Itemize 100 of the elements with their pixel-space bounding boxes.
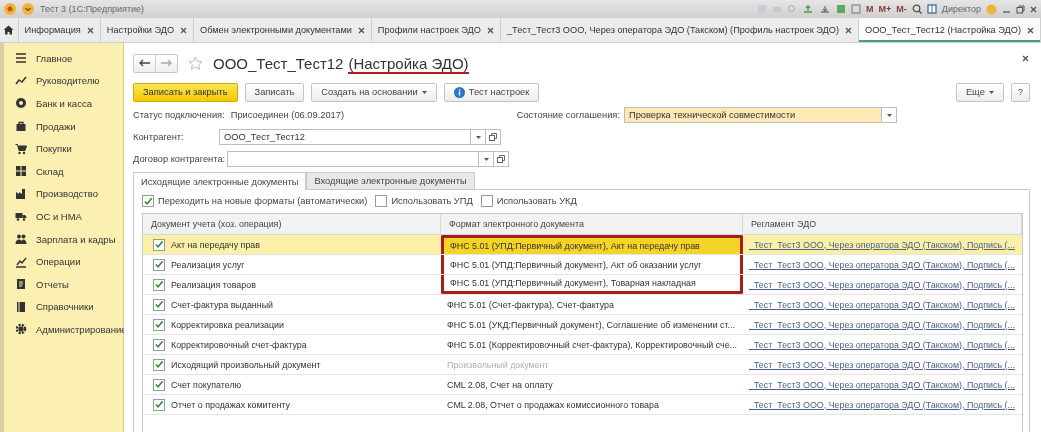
sidebar-item[interactable]: Администрирование (36, 323, 127, 335)
tab[interactable]: Входящие электронные документы (306, 172, 475, 189)
link[interactable]: _Тест_Тест3 ООО, Через оператора ЭДО (Такском), Подпись (... (749, 379, 1015, 390)
more-button[interactable]: Еще (955, 82, 1004, 102)
document-icon[interactable] (15, 278, 27, 291)
close-icon[interactable] (845, 26, 852, 34)
memory-button[interactable]: M- (896, 4, 907, 14)
link[interactable]: _Тест_Тест3 ООО, Через оператора ЭДО (Такском), Подпись (... (749, 259, 1015, 270)
tab[interactable]: Профили настроек ЭДО (371, 18, 501, 42)
tab[interactable]: _Тест_Тест3 ООО, Через оператора ЭДО (Такском) (Профиль настроек ЭДО) (500, 18, 859, 42)
download-icon[interactable] (819, 4, 831, 14)
checkbox[interactable] (153, 238, 165, 251)
sidebar-item[interactable]: Операции (36, 256, 81, 268)
menu-icon[interactable] (22, 3, 34, 15)
checkbox[interactable] (153, 258, 165, 271)
link[interactable]: _Тест_Тест3 ООО, Через оператора ЭДО (Такском), Подпись (... (749, 319, 1015, 330)
link[interactable]: _Тест_Тест3 ООО, Через оператора ЭДО (Такском), Подпись (... (749, 339, 1015, 350)
sidebar-item[interactable]: Отчеты (36, 278, 69, 290)
link[interactable]: _Тест_Тест3 ООО, Через оператора ЭДО (Такском), Подпись (... (749, 399, 1015, 410)
panel-icon[interactable] (926, 4, 937, 14)
memory-button[interactable]: M (866, 4, 874, 14)
tab[interactable]: Информация (18, 18, 101, 42)
sidebar-item[interactable]: Справочники (36, 301, 94, 313)
checkbox[interactable] (153, 298, 165, 311)
checkbox-label[interactable]: Использовать УПД (391, 196, 473, 206)
close-icon[interactable] (1027, 26, 1034, 34)
user-name[interactable]: Директор (941, 4, 981, 14)
star-icon[interactable] (188, 55, 203, 71)
toolbar-button[interactable]: Тест настроек (443, 82, 540, 102)
help-button[interactable]: ? (1010, 82, 1030, 102)
sidebar-item[interactable]: Склад (36, 165, 64, 177)
trend-icon[interactable] (15, 74, 27, 87)
checkbox[interactable] (153, 278, 165, 291)
book-icon[interactable] (15, 300, 27, 313)
checkbox[interactable] (153, 338, 165, 351)
checkbox-label[interactable]: Переходить на новые форматы (автоматически) (158, 196, 368, 206)
close-icon[interactable] (486, 26, 494, 34)
open-icon[interactable] (486, 129, 501, 145)
toolbar-button[interactable]: Записать (244, 82, 305, 102)
bag-icon[interactable] (15, 120, 27, 133)
tab[interactable]: ООО_Тест_Тест12 (Настройка ЭДО) (859, 18, 1041, 42)
tab[interactable]: Обмен электронными документами (194, 18, 372, 42)
input-field[interactable] (227, 151, 480, 167)
close-icon[interactable] (1022, 55, 1029, 62)
caret-icon[interactable] (483, 157, 489, 161)
restore-icon[interactable] (1016, 4, 1025, 14)
sidebar-item[interactable]: Продажи (36, 120, 76, 132)
dropdown-field[interactable]: Проверка технической совместимости (624, 107, 882, 123)
checkbox[interactable] (153, 398, 165, 411)
dropdown-button[interactable] (882, 107, 897, 123)
column-header[interactable]: Документ учета (хоз. операция) (143, 214, 441, 234)
sidebar-item[interactable]: Зарплата и кадры (36, 233, 116, 245)
caret-icon[interactable] (475, 135, 481, 139)
close-icon[interactable] (1030, 5, 1037, 13)
sidebar-item[interactable]: Руководителю (36, 75, 100, 87)
upload-icon[interactable] (802, 4, 814, 14)
checkbox[interactable] (142, 195, 154, 207)
gear-icon[interactable] (15, 323, 27, 336)
caret-icon[interactable] (886, 113, 892, 117)
open-icon[interactable] (494, 151, 510, 167)
caret-icon[interactable] (988, 90, 994, 94)
sidebar-item[interactable]: Покупки (36, 143, 72, 155)
checkbox[interactable] (480, 195, 493, 207)
tab[interactable]: Исходящие электронные документы (133, 172, 307, 190)
sidebar-item[interactable]: Производство (36, 188, 98, 200)
app-logo-icon[interactable] (4, 3, 16, 15)
dropdown-button[interactable] (479, 151, 495, 167)
cart-icon[interactable] (15, 142, 27, 155)
sidebar-item[interactable]: Главное (36, 52, 73, 64)
chart-icon[interactable] (15, 255, 27, 268)
caret-icon[interactable] (421, 90, 427, 94)
column-header[interactable]: Регламент ЭДО (743, 214, 1022, 234)
memory-button[interactable]: M+ (878, 4, 892, 14)
checkbox[interactable] (153, 318, 165, 331)
dropdown-button[interactable] (471, 129, 486, 145)
factory-icon[interactable] (15, 187, 27, 200)
link[interactable]: _Тест_Тест3 ООО, Через оператора ЭДО (Такском), Подпись (... (749, 359, 1015, 370)
checkbox[interactable] (153, 378, 165, 391)
sidebar-item[interactable]: Банк и касса (36, 98, 92, 109)
truck-icon[interactable] (15, 210, 27, 223)
link[interactable]: _Тест_Тест3 ООО, Через оператора ЭДО (Такском), Подпись (... (749, 299, 1015, 310)
checkbox[interactable] (153, 358, 165, 371)
zoom-icon[interactable] (911, 4, 922, 14)
menu-icon[interactable] (15, 52, 27, 65)
column-header[interactable]: Формат электронного документа (441, 214, 743, 234)
tab[interactable]: Настройки ЭДО (100, 18, 195, 42)
people-icon[interactable] (15, 233, 27, 246)
input-field[interactable]: ООО_Тест_Тест12 (219, 129, 471, 145)
close-icon[interactable] (86, 26, 94, 34)
grid-icon[interactable] (15, 165, 27, 178)
checkbox-label[interactable]: Использовать УКД (496, 196, 577, 206)
sidebar-item[interactable]: ОС и НМА (36, 210, 82, 222)
link[interactable]: _Тест_Тест3 ООО, Через оператора ЭДО (Такском), Подпись (... (749, 239, 1015, 250)
close-icon[interactable] (357, 26, 365, 34)
link[interactable]: _Тест_Тест3 ООО, Через оператора ЭДО (Такском), Подпись (... (749, 279, 1015, 290)
toolbar-button[interactable]: Создать на основании (311, 82, 437, 102)
checkbox[interactable] (375, 195, 388, 207)
close-icon[interactable] (180, 26, 188, 34)
toolbar-button[interactable]: Записать и закрыть (133, 82, 238, 102)
coin-icon[interactable] (15, 97, 27, 110)
